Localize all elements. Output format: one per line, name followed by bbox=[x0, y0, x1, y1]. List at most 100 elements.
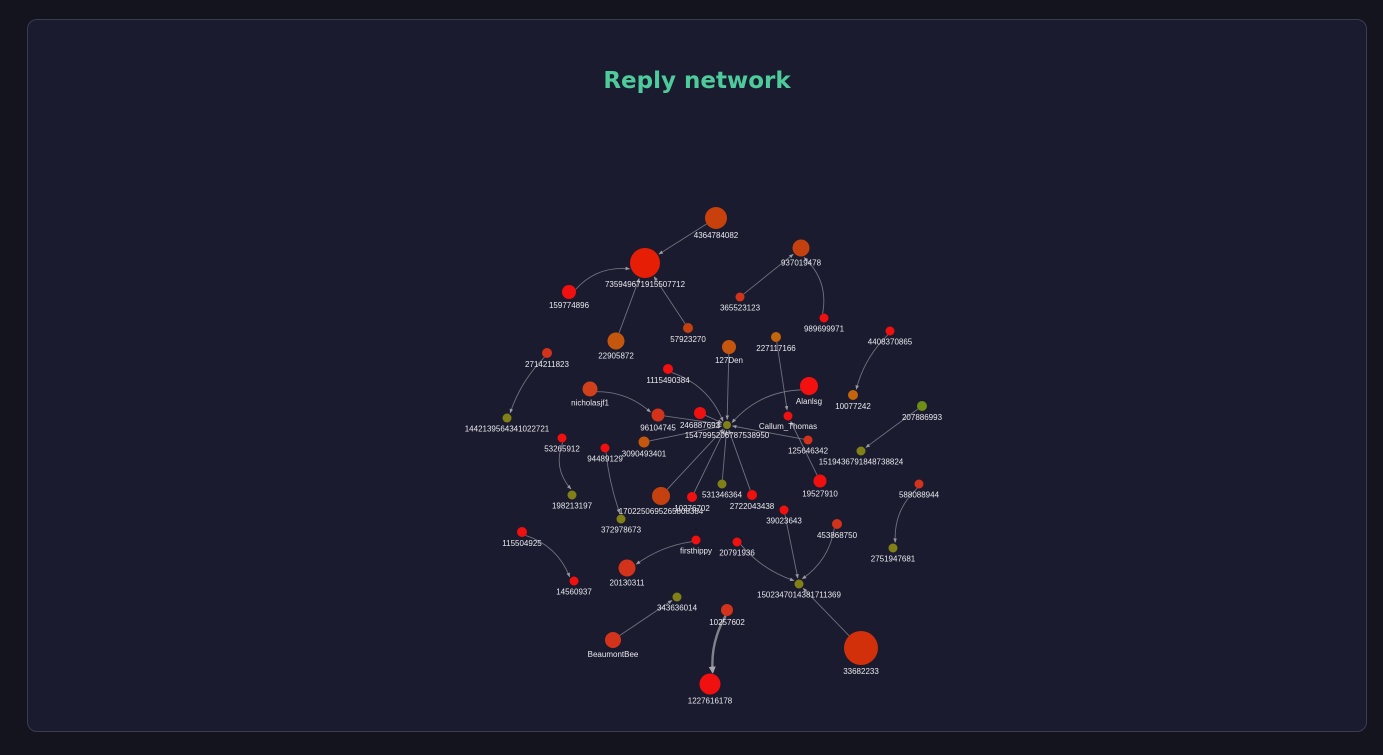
network-node[interactable]: 125646342 bbox=[788, 435, 829, 456]
network-node[interactable]: 453868750 bbox=[817, 519, 858, 540]
node-circle[interactable] bbox=[562, 285, 576, 299]
node-circle[interactable] bbox=[652, 487, 670, 505]
node-circle[interactable] bbox=[502, 413, 512, 423]
network-node[interactable]: 207886993 bbox=[902, 401, 943, 422]
network-node[interactable]: 343636014 bbox=[657, 592, 698, 613]
network-node[interactable]: 198213197 bbox=[552, 490, 593, 511]
network-node[interactable]: 159774896 bbox=[549, 285, 590, 310]
network-node[interactable]: 19527910 bbox=[802, 474, 838, 499]
network-node[interactable]: 33682233 bbox=[843, 631, 879, 676]
network-node[interactable]: 989699971 bbox=[804, 313, 845, 334]
node-circle[interactable] bbox=[722, 340, 736, 354]
node-label: 365523123 bbox=[720, 304, 761, 313]
network-node[interactable]: 588088944 bbox=[899, 479, 940, 500]
node-circle[interactable] bbox=[771, 332, 781, 342]
node-label: 531346364 bbox=[702, 491, 743, 500]
network-node[interactable]: BeaumontBee bbox=[588, 632, 639, 659]
node-circle[interactable] bbox=[735, 292, 745, 302]
network-node[interactable]: 4364784082 bbox=[694, 207, 739, 240]
network-node[interactable]: 1502347014381711369 bbox=[757, 579, 842, 600]
network-node[interactable]: firsthippy bbox=[680, 535, 712, 556]
node-label: Callum_Thomas bbox=[759, 422, 817, 431]
node-circle[interactable] bbox=[557, 433, 567, 443]
node-circle[interactable] bbox=[683, 323, 693, 333]
node-circle[interactable] bbox=[663, 364, 673, 374]
network-node[interactable]: 4408370865 bbox=[868, 326, 913, 347]
network-node[interactable]: 1442139564341022721 bbox=[465, 413, 550, 434]
network-node[interactable]: 372978673 bbox=[601, 514, 642, 535]
node-circle[interactable] bbox=[694, 407, 706, 419]
network-node[interactable]: 531346364 bbox=[702, 479, 743, 500]
node-circle[interactable] bbox=[723, 421, 731, 429]
node-circle[interactable] bbox=[914, 479, 924, 489]
node-circle[interactable] bbox=[542, 348, 552, 358]
node-label: Alanlsg bbox=[796, 397, 822, 406]
node-circle[interactable] bbox=[803, 435, 813, 445]
node-circle[interactable] bbox=[885, 326, 895, 336]
node-circle[interactable] bbox=[844, 631, 878, 665]
node-circle[interactable] bbox=[721, 604, 733, 616]
node-circle[interactable] bbox=[792, 239, 810, 257]
node-circle[interactable] bbox=[794, 579, 804, 589]
network-node[interactable]: 10077242 bbox=[835, 390, 871, 411]
network-node[interactable]: 1519436791848738824 bbox=[819, 446, 904, 467]
node-circle[interactable] bbox=[618, 559, 636, 577]
network-node[interactable]: 127Den bbox=[715, 340, 743, 365]
node-circle[interactable] bbox=[917, 401, 927, 411]
node-circle[interactable] bbox=[732, 537, 742, 547]
network-node[interactable]: 115504925 bbox=[502, 527, 542, 548]
node-circle[interactable] bbox=[567, 490, 577, 500]
network-node[interactable]: 227117166 bbox=[756, 332, 796, 353]
node-circle[interactable] bbox=[517, 527, 527, 537]
node-label: 57923270 bbox=[670, 335, 706, 344]
network-node[interactable]: 246887693 bbox=[680, 407, 721, 430]
network-node[interactable]: Callum_Thomas bbox=[759, 411, 817, 432]
node-circle[interactable] bbox=[800, 377, 818, 395]
node-circle[interactable] bbox=[582, 381, 598, 397]
node-circle[interactable] bbox=[616, 514, 626, 524]
network-node[interactable]: 96104745 bbox=[640, 408, 676, 433]
node-circle[interactable] bbox=[819, 313, 829, 323]
node-circle[interactable] bbox=[630, 248, 660, 278]
network-node[interactable]: 20791936 bbox=[719, 537, 755, 558]
node-circle[interactable] bbox=[848, 390, 858, 400]
node-circle[interactable] bbox=[813, 474, 827, 488]
node-circle[interactable] bbox=[888, 543, 898, 553]
node-circle[interactable] bbox=[672, 592, 682, 602]
network-node[interactable]: 2714211823 bbox=[525, 348, 569, 369]
node-circle[interactable] bbox=[747, 490, 757, 500]
node-circle[interactable] bbox=[717, 479, 727, 489]
network-node[interactable]: 10257602 bbox=[709, 604, 745, 627]
node-circle[interactable] bbox=[687, 492, 697, 502]
network-node[interactable]: 14560937 bbox=[556, 576, 592, 597]
node-circle[interactable] bbox=[607, 332, 625, 350]
node-circle[interactable] bbox=[605, 632, 621, 648]
network-node[interactable]: 22905872 bbox=[598, 332, 634, 361]
node-circle[interactable] bbox=[832, 519, 842, 529]
node-label: 343636014 bbox=[657, 604, 698, 613]
network-node[interactable]: 94489129 bbox=[587, 443, 623, 464]
network-node[interactable]: Alanlsg bbox=[796, 377, 822, 406]
network-node[interactable]: 20130311 bbox=[610, 559, 646, 588]
node-circle[interactable] bbox=[705, 207, 727, 229]
node-circle[interactable] bbox=[856, 446, 866, 456]
network-node[interactable]: 2751947681 bbox=[871, 543, 916, 564]
network-node[interactable]: 937019478 bbox=[781, 239, 822, 268]
node-label: 246887693 bbox=[680, 421, 721, 430]
node-circle[interactable] bbox=[779, 505, 789, 515]
node-circle[interactable] bbox=[651, 408, 665, 422]
node-circle[interactable] bbox=[638, 436, 650, 448]
node-label: 937019478 bbox=[781, 259, 822, 268]
network-node[interactable]: 1227616178 bbox=[688, 673, 733, 706]
node-circle[interactable] bbox=[569, 576, 579, 586]
node-label: 227117166 bbox=[756, 344, 796, 353]
network-node[interactable]: 57923270 bbox=[670, 323, 706, 344]
node-circle[interactable] bbox=[600, 443, 610, 453]
network-node[interactable]: nicholasjf1 bbox=[571, 381, 609, 408]
node-circle[interactable] bbox=[691, 535, 701, 545]
network-node[interactable]: 3090493401 bbox=[622, 436, 667, 459]
network-node[interactable]: 1115490384 bbox=[646, 364, 690, 385]
node-circle[interactable] bbox=[783, 411, 793, 421]
network-node[interactable]: 365523123 bbox=[720, 292, 761, 313]
node-circle[interactable] bbox=[699, 673, 721, 695]
